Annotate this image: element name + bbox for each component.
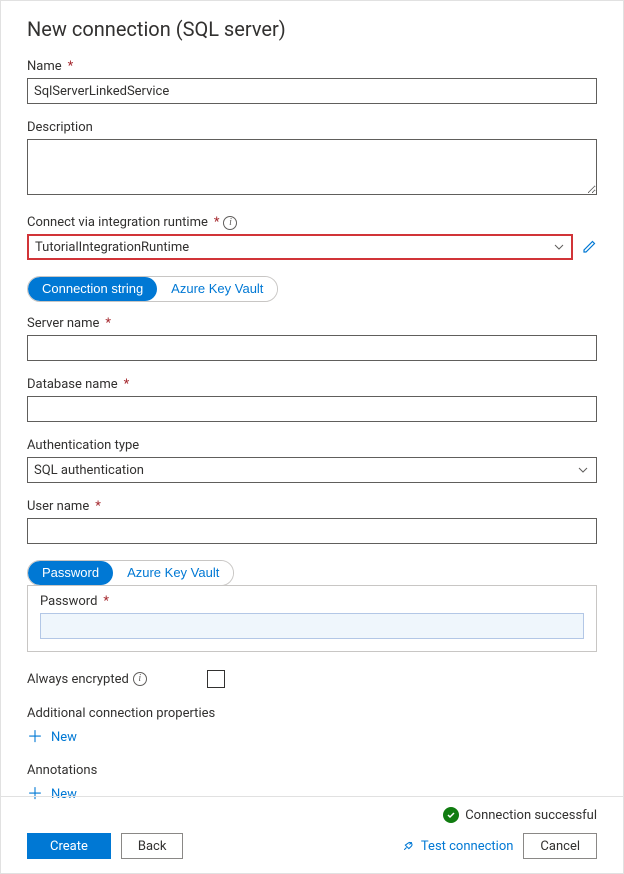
additional-props-label: Additional connection properties (27, 706, 597, 721)
integration-runtime-row (27, 234, 597, 260)
integration-runtime-select[interactable] (27, 234, 573, 260)
user-name-label-text: User name (27, 499, 89, 514)
user-name-input[interactable] (27, 518, 597, 544)
auth-type-select-wrap (27, 457, 597, 483)
new-connection-panel: New connection (SQL server) Name * Descri… (0, 0, 624, 874)
required-asterisk: * (214, 215, 220, 230)
footer: Connection successful Create Back Test c… (1, 796, 623, 873)
user-name-label: User name * (27, 499, 597, 514)
connection-mode-toggle: Connection string Azure Key Vault (27, 276, 278, 302)
info-icon[interactable]: i (133, 672, 147, 686)
auth-type-select[interactable] (27, 457, 597, 483)
test-connection-button[interactable]: Test connection (401, 839, 514, 854)
plug-icon (401, 839, 415, 853)
info-icon[interactable]: i (223, 216, 237, 230)
name-input[interactable] (27, 78, 597, 104)
create-button[interactable]: Create (27, 833, 111, 859)
panel-title: New connection (SQL server) (27, 17, 597, 41)
auth-type-label: Authentication type (27, 438, 597, 453)
edit-icon[interactable] (581, 239, 597, 255)
cancel-button[interactable]: Cancel (523, 833, 597, 859)
database-name-input[interactable] (27, 396, 597, 422)
tab-password[interactable]: Password (28, 561, 113, 585)
back-button[interactable]: Back (121, 833, 184, 859)
user-name-group: User name * (27, 499, 597, 544)
always-encrypted-checkbox[interactable] (207, 670, 225, 688)
password-label-text: Password (40, 594, 97, 609)
database-name-label-text: Database name (27, 377, 118, 392)
password-label: Password * (40, 594, 584, 609)
description-input[interactable] (27, 139, 597, 195)
required-asterisk: * (103, 594, 109, 609)
annotations-label: Annotations (27, 763, 597, 778)
name-label: Name * (27, 59, 597, 74)
description-label: Description (27, 120, 597, 135)
required-asterisk: * (95, 499, 101, 514)
footer-buttons: Create Back Test connection Cancel (27, 833, 597, 859)
password-box: Password * (27, 585, 597, 652)
always-encrypted-label: Always encrypted i (27, 672, 147, 687)
server-name-label-text: Server name (27, 316, 99, 331)
integration-runtime-select-wrap (27, 234, 573, 260)
password-input[interactable] (40, 613, 584, 639)
test-connection-text: Test connection (421, 839, 514, 854)
tab-azure-key-vault[interactable]: Azure Key Vault (157, 277, 277, 301)
tab-connection-string[interactable]: Connection string (28, 277, 157, 301)
connection-status: Connection successful (27, 807, 597, 823)
add-property-button[interactable]: ＋ New (27, 729, 597, 745)
name-field-group: Name * (27, 59, 597, 104)
required-asterisk: * (124, 377, 130, 392)
connection-status-text: Connection successful (465, 808, 597, 823)
success-icon (443, 807, 459, 823)
integration-runtime-group: Connect via integration runtime * i (27, 215, 597, 260)
auth-type-group: Authentication type (27, 438, 597, 483)
server-name-input[interactable] (27, 335, 597, 361)
required-asterisk: * (105, 316, 111, 331)
add-property-text: New (51, 730, 77, 745)
required-asterisk: * (68, 59, 74, 74)
integration-runtime-label-text: Connect via integration runtime (27, 215, 208, 230)
always-encrypted-label-text: Always encrypted (27, 672, 129, 687)
integration-runtime-label: Connect via integration runtime * i (27, 215, 597, 230)
tab-password-akv[interactable]: Azure Key Vault (113, 561, 233, 585)
database-name-group: Database name * (27, 377, 597, 422)
password-mode-toggle: Password Azure Key Vault (27, 560, 234, 586)
description-field-group: Description (27, 120, 597, 199)
server-name-label: Server name * (27, 316, 597, 331)
plus-icon: ＋ (27, 729, 43, 745)
database-name-label: Database name * (27, 377, 597, 392)
always-encrypted-row: Always encrypted i (27, 670, 597, 688)
name-label-text: Name (27, 59, 62, 74)
server-name-group: Server name * (27, 316, 597, 361)
